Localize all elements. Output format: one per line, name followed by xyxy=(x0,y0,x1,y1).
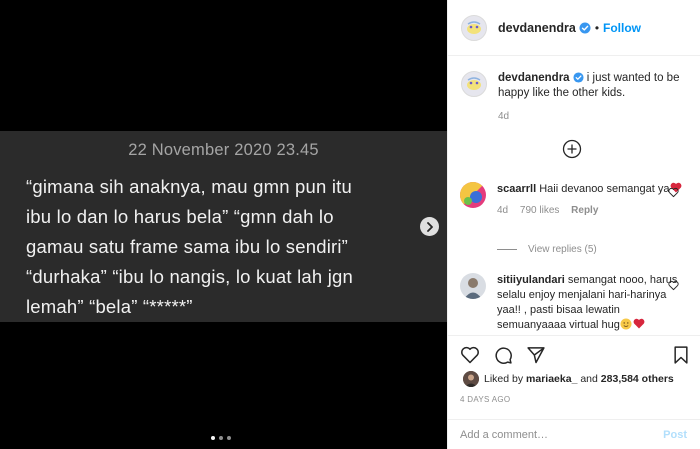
comment-body: scaarrll Haii devanoo semangat ya 4d 790… xyxy=(497,182,682,218)
reply-button[interactable]: Reply xyxy=(571,205,598,216)
header-separator: • xyxy=(594,20,600,35)
header-username[interactable]: devdanendra xyxy=(498,21,576,35)
comment-username[interactable]: scaarrll xyxy=(497,183,536,195)
carousel-next-button[interactable] xyxy=(420,217,439,236)
share-icon[interactable] xyxy=(526,345,546,365)
heart-icon[interactable] xyxy=(460,345,480,365)
liker-avatar[interactable] xyxy=(463,371,479,387)
note-screenshot: 22 November 2020 23.45 “gimana sih anakn… xyxy=(0,131,447,322)
comment-icon[interactable] xyxy=(493,345,513,365)
note-date: 22 November 2020 23.45 xyxy=(128,141,319,159)
caption: devdanendra i just wanted to be happy li… xyxy=(461,71,689,101)
comment-body: sitiiyulandari semangat nooo, harus sela… xyxy=(497,273,685,333)
avatar[interactable] xyxy=(461,14,487,41)
comment-meta: 4d 790 likes Reply xyxy=(497,203,682,218)
heart-emoji-icon xyxy=(633,318,645,329)
avatar-image xyxy=(463,371,479,387)
carousel-indicator xyxy=(211,436,231,440)
verified-badge-icon xyxy=(573,72,584,83)
plus-circle-icon[interactable] xyxy=(562,139,582,159)
comment-age: 4d xyxy=(497,205,509,216)
comment-avatar[interactable] xyxy=(460,182,486,208)
comment-username[interactable]: sitiiyulandari xyxy=(497,274,565,286)
comment-likes[interactable]: 790 likes xyxy=(520,205,559,216)
verified-badge-icon xyxy=(579,22,591,33)
liked-by-and: and xyxy=(580,373,598,385)
bookmark-icon[interactable] xyxy=(671,345,691,365)
note-line: “durhaka” “ibu lo nangis, lo kuat lah jg… xyxy=(26,266,353,287)
comment-input[interactable] xyxy=(460,429,664,441)
carousel-dot xyxy=(227,436,231,440)
comment-text: Haii devanoo semangat ya xyxy=(536,183,670,195)
caption-avatar[interactable] xyxy=(461,71,487,97)
comment: sitiiyulandari semangat nooo, harus sela… xyxy=(460,273,685,333)
avatar-image xyxy=(460,273,486,299)
view-replies-line xyxy=(497,249,517,250)
note-line: ibu lo dan lo harus bela” “gmn dah lo xyxy=(26,206,334,227)
caption-body: devdanendra i just wanted to be happy li… xyxy=(498,71,689,101)
like-comment-heart-icon[interactable] xyxy=(668,187,679,198)
liked-by: Liked by mariaeka_ and 283,584 others xyxy=(463,371,674,387)
view-replies-label: View replies (5) xyxy=(528,244,597,255)
post-button[interactable]: Post xyxy=(663,429,687,441)
avatar-image xyxy=(460,182,486,208)
note-line: gamau satu frame sama ibu lo sendiri” xyxy=(26,236,349,257)
avatar-image xyxy=(467,77,481,90)
view-replies-button[interactable]: View replies (5) xyxy=(497,244,597,255)
like-comment-heart-icon[interactable] xyxy=(668,280,679,291)
comment-avatar[interactable] xyxy=(460,273,486,299)
note-text: “gimana sih anaknya, mau gmn pun itu ibu… xyxy=(26,172,426,322)
avatar-image xyxy=(467,20,481,34)
liked-by-count[interactable]: 283,584 others xyxy=(601,373,674,385)
post-header: devdanendra • Follow xyxy=(448,0,700,56)
post-timestamp[interactable]: 4 DAYS AGO xyxy=(460,395,510,404)
caption-age: 4d xyxy=(498,111,510,122)
liked-by-prefix: Liked by xyxy=(484,373,524,385)
carousel-dot-active xyxy=(211,436,215,440)
add-comment-bar: Post xyxy=(447,419,700,449)
chevron-right-icon xyxy=(426,221,433,232)
note-line: lemah” “bela” “*****” xyxy=(26,296,193,317)
caption-username[interactable]: devdanendra xyxy=(498,72,570,84)
follow-button[interactable]: Follow xyxy=(603,21,641,35)
note-line: “gimana sih anaknya, mau gmn pun itu xyxy=(26,176,352,197)
comment: scaarrll Haii devanoo semangat ya 4d 790… xyxy=(460,182,685,218)
carousel-dot xyxy=(219,436,223,440)
liked-by-user[interactable]: mariaeka_ xyxy=(526,373,577,385)
action-icons xyxy=(460,345,546,365)
post-media[interactable]: 22 November 2020 23.45 “gimana sih anakn… xyxy=(0,0,447,449)
hug-emoji-icon xyxy=(620,318,632,330)
post-actions: Liked by mariaeka_ and 283,584 others 4 … xyxy=(447,335,700,449)
